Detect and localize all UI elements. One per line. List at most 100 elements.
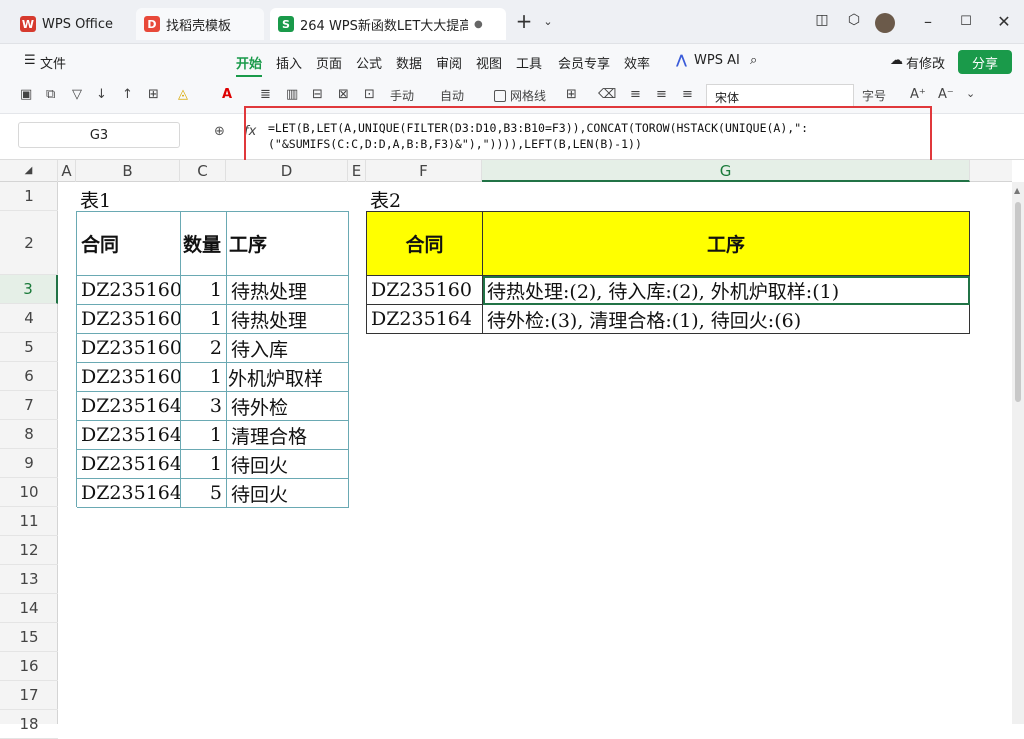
- row-header[interactable]: 8: [0, 420, 58, 449]
- tab-wps-office[interactable]: W WPS Office: [12, 8, 130, 40]
- column-icon[interactable]: ▥: [286, 87, 298, 102]
- avatar[interactable]: [875, 13, 895, 33]
- copy-icon[interactable]: ⧉: [46, 87, 55, 102]
- menu-icon[interactable]: ☰: [24, 53, 36, 68]
- table2-cell[interactable]: DZ235164: [367, 305, 483, 334]
- maximize-icon[interactable]: ☐: [956, 14, 976, 29]
- split-icon[interactable]: ⊠: [338, 87, 349, 102]
- menu-formula[interactable]: 公式: [356, 53, 382, 72]
- menu-efficiency[interactable]: 效率: [624, 53, 650, 72]
- row-header[interactable]: 12: [0, 536, 58, 565]
- table1-cell[interactable]: 1: [181, 276, 227, 305]
- column-header-f[interactable]: F: [366, 160, 482, 182]
- menu-page[interactable]: 页面: [316, 53, 342, 72]
- manual-dropdown[interactable]: 手动: [390, 87, 414, 104]
- close-icon[interactable]: ✕: [994, 12, 1014, 31]
- table2-cell[interactable]: 待外检:(3), 清理合格:(1), 待回火:(6): [483, 305, 970, 334]
- table1-cell[interactable]: 1: [181, 450, 227, 479]
- row-header[interactable]: 10: [0, 478, 58, 507]
- row-header[interactable]: 1: [0, 182, 58, 211]
- table1-cell[interactable]: 待外检: [227, 392, 349, 421]
- row-header[interactable]: 15: [0, 623, 58, 652]
- table1-cell[interactable]: 5: [181, 479, 227, 508]
- menu-data[interactable]: 数据: [396, 53, 422, 72]
- table1-title[interactable]: 表1: [76, 185, 156, 213]
- table2-header[interactable]: 工序: [483, 212, 970, 276]
- column-header-a[interactable]: A: [58, 160, 76, 182]
- align-center-icon[interactable]: ≡: [656, 87, 667, 102]
- increase-font-icon[interactable]: A⁺: [910, 87, 926, 102]
- chevron-down-icon[interactable]: ⌄: [538, 15, 558, 28]
- table1-cell[interactable]: 待回火: [227, 479, 349, 508]
- table1-cell[interactable]: 1: [181, 421, 227, 450]
- menu-insert[interactable]: 插入: [276, 53, 302, 72]
- column-header-g[interactable]: G: [482, 160, 970, 182]
- share-button[interactable]: 分享: [958, 50, 1012, 74]
- column-header-c[interactable]: C: [180, 160, 226, 182]
- row-header[interactable]: 17: [0, 681, 58, 710]
- unsaved-dot-icon[interactable]: ●: [474, 19, 483, 30]
- new-tab-button[interactable]: +: [514, 9, 534, 33]
- row-header[interactable]: 14: [0, 594, 58, 623]
- merge-icon[interactable]: ⊟: [312, 87, 323, 102]
- table1-cell[interactable]: 3: [181, 392, 227, 421]
- cube-icon[interactable]: ⬡: [844, 12, 864, 28]
- table1-cell[interactable]: 待热处理: [227, 305, 349, 334]
- scroll-up-icon[interactable]: ▲: [1014, 186, 1020, 195]
- table1-cell[interactable]: DZ235160: [77, 363, 181, 392]
- column-header-b[interactable]: B: [76, 160, 180, 182]
- table1-cell[interactable]: 1: [181, 363, 227, 392]
- table1-cell[interactable]: DZ235160: [77, 305, 181, 334]
- table2-header[interactable]: 合同: [367, 212, 483, 276]
- menu-review[interactable]: 审阅: [436, 53, 462, 72]
- table1-cell[interactable]: DZ235164: [77, 450, 181, 479]
- table1-cell[interactable]: DZ235164: [77, 392, 181, 421]
- row-header[interactable]: 18: [0, 710, 58, 739]
- file-menu[interactable]: 文件: [40, 53, 66, 72]
- clear-icon[interactable]: ⌫: [598, 87, 616, 102]
- scrollbar-thumb[interactable]: [1015, 202, 1021, 402]
- font-color-icon[interactable]: A: [222, 87, 232, 102]
- chevron-down-icon[interactable]: ⌄: [966, 87, 975, 100]
- wps-ai-icon[interactable]: ⋀: [676, 53, 687, 68]
- menu-member[interactable]: 会员专享: [558, 53, 610, 72]
- table1-cell[interactable]: DZ235160: [77, 334, 181, 363]
- table1-cell[interactable]: 外机炉取样: [227, 363, 349, 392]
- zoom-icon[interactable]: ⊕: [214, 124, 225, 139]
- table1-cell[interactable]: 待热处理: [227, 276, 349, 305]
- column-header-e[interactable]: E: [348, 160, 366, 182]
- wrap-icon[interactable]: ≣: [260, 87, 271, 102]
- align-left-icon[interactable]: ≡: [630, 87, 641, 102]
- vertical-scrollbar[interactable]: ▲: [1012, 182, 1024, 724]
- name-box[interactable]: G3: [18, 122, 180, 148]
- has-changes-status[interactable]: 有修改: [906, 53, 945, 72]
- auto-dropdown[interactable]: 自动: [440, 87, 464, 104]
- search-icon[interactable]: ⌕: [750, 53, 757, 68]
- gridlines-checkbox[interactable]: [494, 90, 506, 102]
- row-header[interactable]: 6: [0, 362, 58, 391]
- table1-cell[interactable]: DZ235164: [77, 479, 181, 508]
- sort-desc-icon[interactable]: ↑: [122, 87, 133, 102]
- row-header[interactable]: 16: [0, 652, 58, 681]
- minimize-icon[interactable]: –: [918, 12, 938, 31]
- row-header[interactable]: 7: [0, 391, 58, 420]
- row-header[interactable]: 2: [0, 211, 58, 275]
- row-header[interactable]: 11: [0, 507, 58, 536]
- menu-view[interactable]: 视图: [476, 53, 502, 72]
- table2-cell[interactable]: DZ235160: [367, 276, 483, 305]
- row-header[interactable]: 13: [0, 565, 58, 594]
- table1-cell[interactable]: 待入库: [227, 334, 349, 363]
- table1-header[interactable]: 数量: [181, 212, 227, 276]
- menu-tools[interactable]: 工具: [516, 53, 542, 72]
- layout-icon[interactable]: ◫: [812, 12, 832, 28]
- align-right-icon[interactable]: ≡: [682, 87, 693, 102]
- table1-cell[interactable]: 1: [181, 305, 227, 334]
- table-icon[interactable]: ⊞: [566, 87, 577, 102]
- table2-cell-selected[interactable]: 待热处理:(2), 待入库:(2), 外机炉取样:(1): [483, 276, 970, 305]
- menu-start[interactable]: 开始: [236, 53, 263, 77]
- wps-ai-button[interactable]: WPS AI: [694, 53, 740, 68]
- table1-cell[interactable]: 待回火: [227, 450, 349, 479]
- row-header[interactable]: 9: [0, 449, 58, 478]
- filter-icon[interactable]: ▽: [72, 87, 82, 102]
- row-header[interactable]: 4: [0, 304, 58, 333]
